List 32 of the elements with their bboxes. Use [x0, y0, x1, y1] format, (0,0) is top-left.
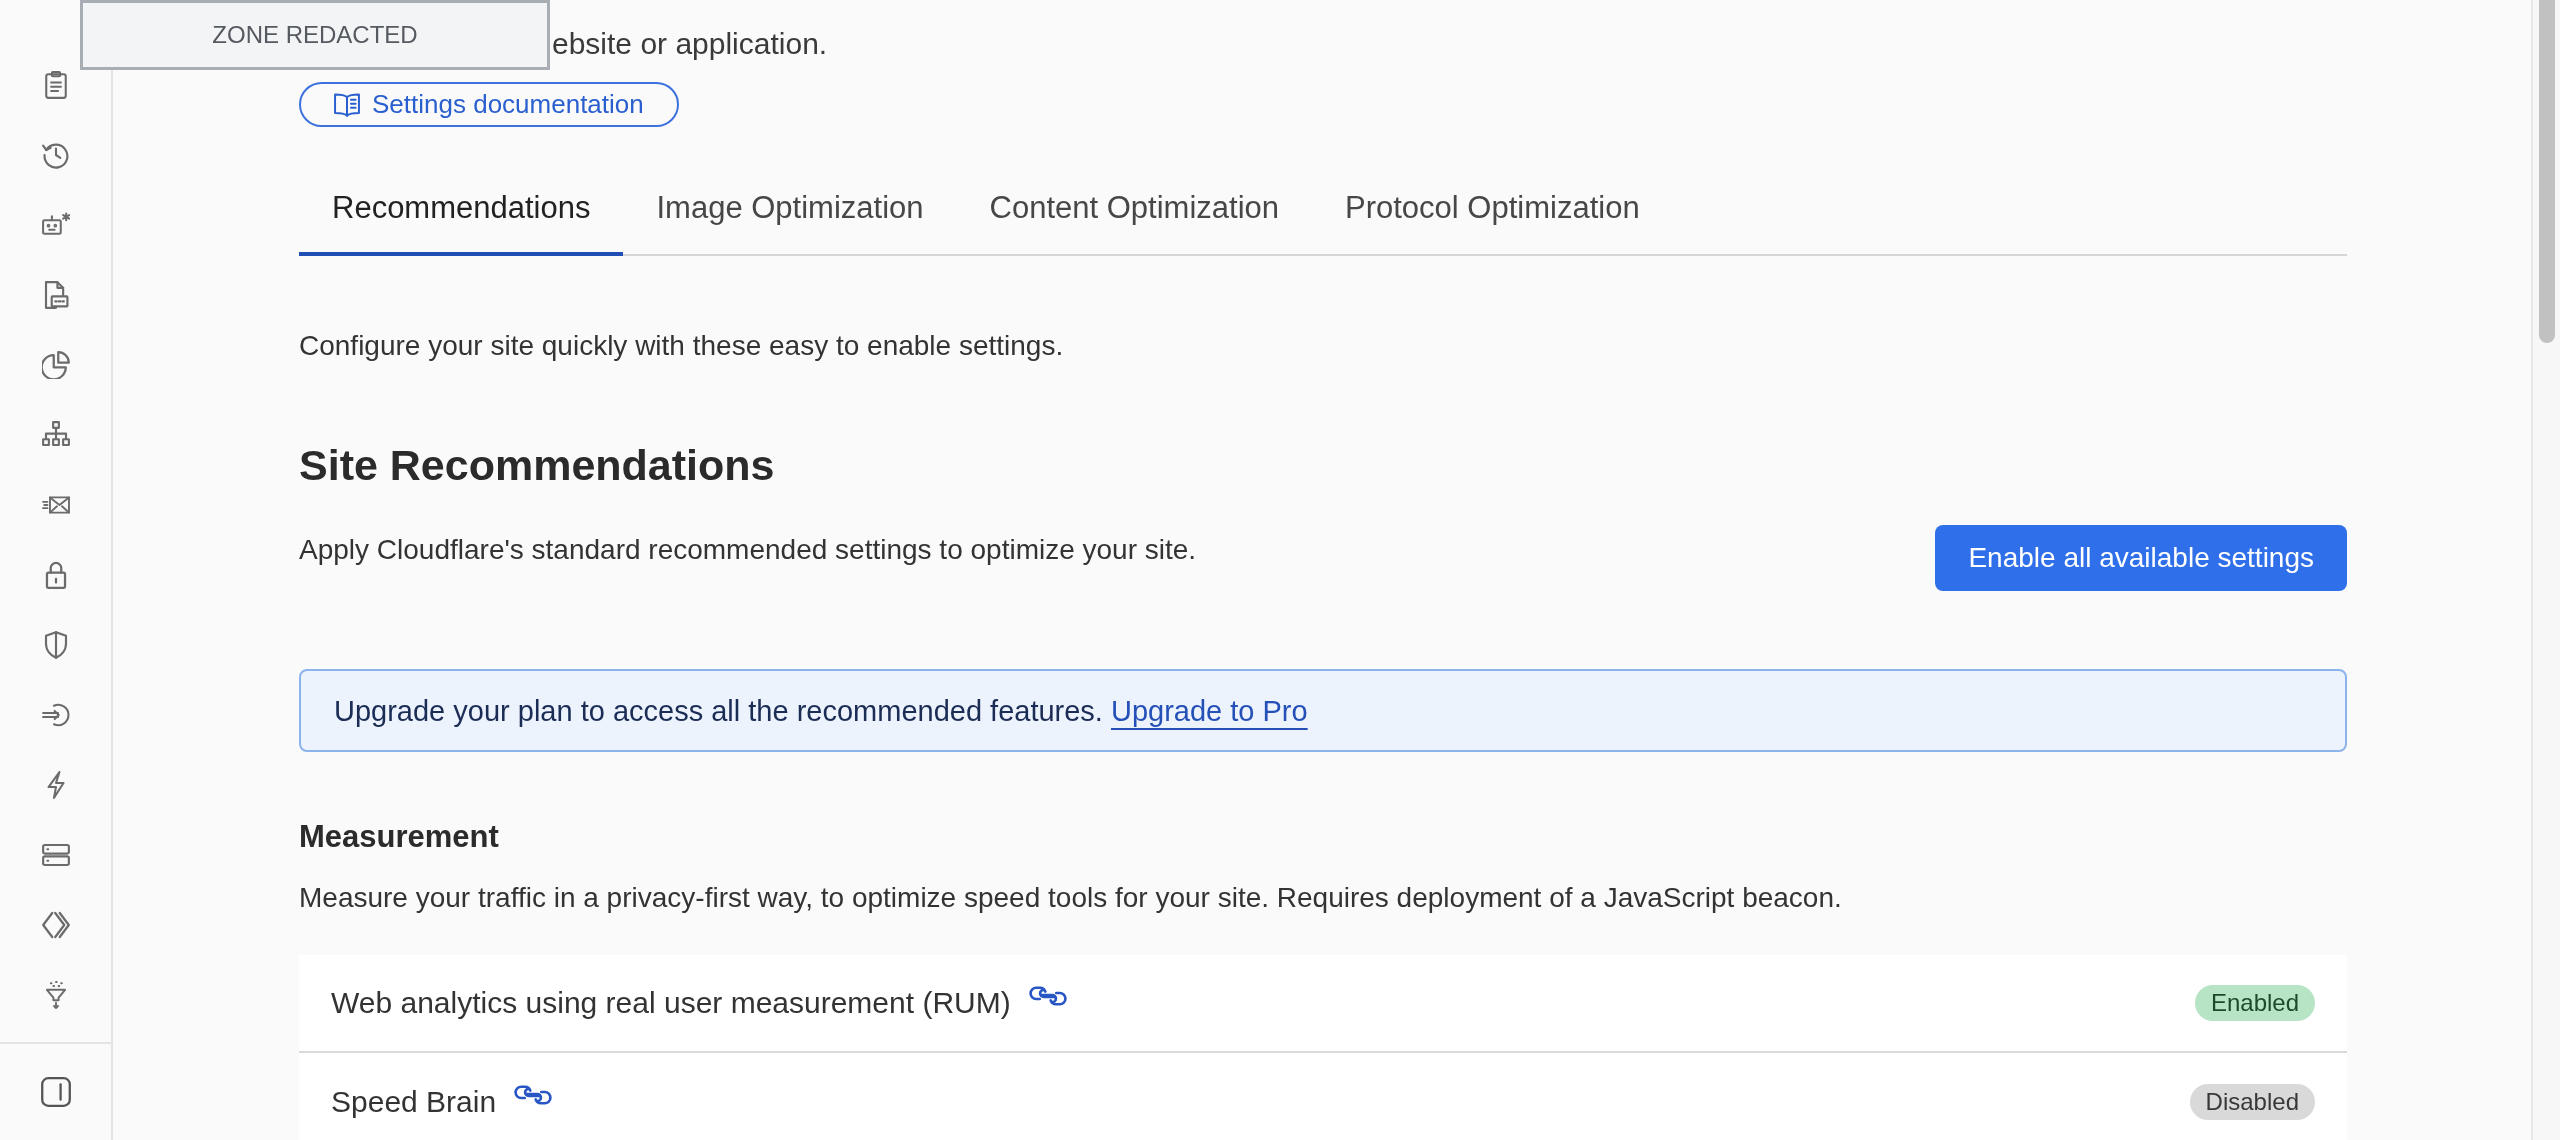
link-icon[interactable]: [1028, 986, 1067, 1006]
setting-label: Speed Brain: [331, 1084, 497, 1120]
book-icon: [334, 92, 360, 117]
sign-in-icon[interactable]: [41, 701, 70, 729]
sitemap-icon[interactable]: [41, 421, 70, 449]
status-badge: Disabled: [2189, 1084, 2315, 1120]
setting-label: Web analytics using real user measurement (RUM): [331, 985, 1011, 1021]
section-description: Measure your traffic in a privacy-first way, to optimize speed tools for your site. Requires deployment of a JavaScript beacon.: [299, 881, 1843, 915]
section-heading: Site Recommendations: [299, 440, 776, 491]
code-icon[interactable]: [41, 911, 70, 939]
intro-text: Configure your site quickly with these easy to enable settings.: [299, 329, 1065, 363]
upgrade-link[interactable]: Upgrade to Pro: [1111, 694, 1308, 727]
docs-button[interactable]: Settings documentation: [299, 82, 679, 127]
link-icon[interactable]: [514, 1085, 553, 1105]
redaction-label: ZONE REDACTED: [80, 0, 550, 70]
scrollbar-thumb[interactable]: [2538, 0, 2555, 343]
status-badge: Enabled: [2194, 985, 2315, 1021]
history-icon[interactable]: [41, 141, 70, 169]
tab[interactable]: Content Optimization: [956, 160, 1312, 256]
enable-all-button[interactable]: Enable all available settings: [1935, 525, 2347, 591]
setting-row[interactable]: Web analytics using real user measurement (RUM) Enabled: [299, 955, 2347, 1053]
section-title: Measurement: [299, 818, 500, 856]
section-description: Apply Cloudflare's standard recommended settings to optimize your site.: [299, 533, 1197, 567]
setting-row[interactable]: Speed Brain Disabled: [299, 1053, 2347, 1140]
pie-chart-icon[interactable]: [41, 351, 70, 379]
server-icon[interactable]: [41, 841, 70, 869]
tab[interactable]: Recommendations: [299, 160, 624, 256]
tab[interactable]: Protocol Optimization: [1312, 160, 1673, 256]
sidebar-toggle-icon[interactable]: [40, 1077, 71, 1107]
page-description: ebsite or application.: [552, 26, 829, 62]
upgrade-message: Upgrade your plan to access all the recommended features. Upgrade to Pro: [334, 693, 1308, 729]
tab[interactable]: Image Optimization: [623, 160, 957, 256]
